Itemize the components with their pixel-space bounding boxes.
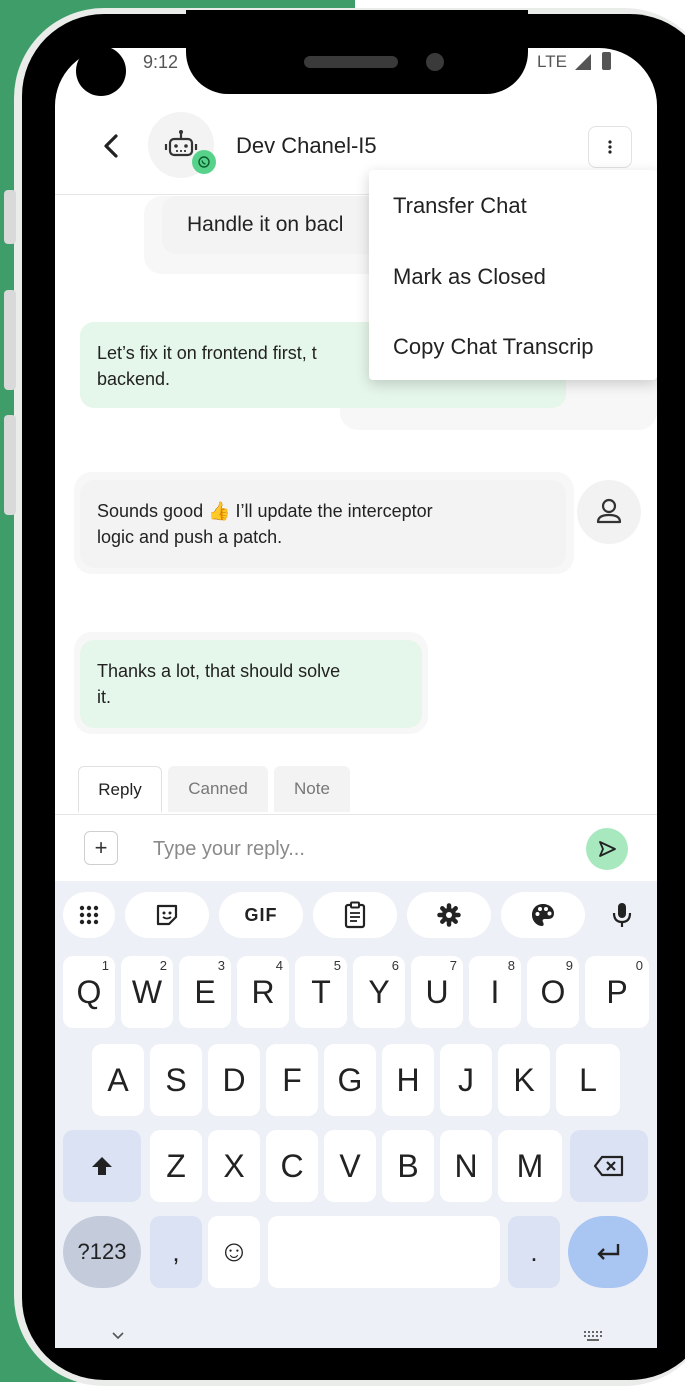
- keyboard-apps-button[interactable]: [63, 892, 115, 938]
- key-p[interactable]: P0: [585, 956, 649, 1028]
- key-i[interactable]: I8: [469, 956, 521, 1028]
- key-b[interactable]: B: [382, 1130, 434, 1202]
- chat-title: Dev Chanel-I5: [236, 133, 377, 158]
- numbers-key[interactable]: ?123: [63, 1216, 141, 1288]
- status-network: LTE: [537, 52, 567, 71]
- key-h[interactable]: H: [382, 1044, 434, 1116]
- key-y[interactable]: Y6: [353, 956, 405, 1028]
- reply-input[interactable]: [153, 836, 553, 862]
- tab-canned[interactable]: Canned: [168, 766, 268, 812]
- message-text: Sounds good 👍 I’ll update the intercepto…: [97, 501, 433, 521]
- message-incoming: Handle it on bacl: [162, 196, 384, 254]
- back-arrow-icon[interactable]: [98, 132, 126, 160]
- menu-item-transfer-chat[interactable]: Transfer Chat: [393, 193, 527, 219]
- message-text: logic and push a patch.: [97, 527, 283, 547]
- front-camera-dot: [426, 53, 444, 71]
- key-s[interactable]: S: [150, 1044, 202, 1116]
- settings-gear-icon: [437, 903, 461, 927]
- keyboard-gif-button[interactable]: GIF: [219, 892, 303, 938]
- phone-side-button: [4, 190, 16, 244]
- key-r[interactable]: R4: [237, 956, 289, 1028]
- phone-volume-up-button: [4, 290, 16, 390]
- earpiece-speaker: [304, 56, 398, 68]
- keyboard-theme-button[interactable]: [501, 892, 585, 938]
- send-icon: [599, 841, 616, 857]
- key-o[interactable]: O9: [527, 956, 579, 1028]
- tab-reply[interactable]: Reply: [78, 766, 162, 812]
- enter-arrow-icon: [597, 1244, 620, 1260]
- comma-key[interactable]: ,: [150, 1216, 202, 1288]
- message-incoming: Sounds good 👍 I’ll update the intercepto…: [80, 480, 566, 568]
- key-e[interactable]: E3: [179, 956, 231, 1028]
- backspace-key[interactable]: [570, 1130, 648, 1202]
- add-attachment-button[interactable]: +: [84, 831, 118, 865]
- whatsapp-icon: [192, 150, 216, 174]
- enter-key[interactable]: [568, 1216, 648, 1288]
- microphone-icon: [612, 903, 632, 927]
- status-time: 9:12: [143, 52, 179, 72]
- key-j[interactable]: J: [440, 1044, 492, 1116]
- key-q[interactable]: Q1: [63, 956, 115, 1028]
- key-x[interactable]: X: [208, 1130, 260, 1202]
- key-n[interactable]: N: [440, 1130, 492, 1202]
- keyboard-switch-icon[interactable]: [583, 1330, 605, 1342]
- sticker-icon: [156, 904, 178, 926]
- keyboard-settings-button[interactable]: [407, 892, 491, 938]
- camera-hole: [76, 46, 126, 96]
- key-m[interactable]: M: [498, 1130, 562, 1202]
- key-t[interactable]: T5: [295, 956, 347, 1028]
- key-z[interactable]: Z: [150, 1130, 202, 1202]
- message-text: Handle it on bacl: [187, 213, 344, 236]
- more-options-button[interactable]: [588, 126, 632, 168]
- message-text: it.: [97, 687, 112, 707]
- kebab-menu-icon: [608, 140, 612, 154]
- apps-grid-icon: [79, 905, 99, 925]
- key-k[interactable]: K: [498, 1044, 550, 1116]
- message-text: Thanks a lot, that should solve: [97, 661, 341, 681]
- space-key[interactable]: [268, 1216, 500, 1288]
- options-dropdown-menu: Transfer Chat Mark as Closed Copy Chat T…: [369, 170, 657, 380]
- key-u[interactable]: U7: [411, 956, 463, 1028]
- shift-key[interactable]: [63, 1130, 141, 1202]
- keyboard-voice-button[interactable]: [597, 892, 647, 938]
- key-l[interactable]: L: [556, 1044, 620, 1116]
- key-g[interactable]: G: [324, 1044, 376, 1116]
- key-v[interactable]: V: [324, 1130, 376, 1202]
- menu-item-copy-chat-transcript[interactable]: Copy Chat Transcrip: [393, 334, 594, 360]
- send-button[interactable]: [586, 828, 628, 870]
- key-c[interactable]: C: [266, 1130, 318, 1202]
- keyboard-sticker-button[interactable]: [125, 892, 209, 938]
- key-d[interactable]: D: [208, 1044, 260, 1116]
- key-w[interactable]: W2: [121, 956, 173, 1028]
- palette-icon: [532, 904, 554, 926]
- user-icon: [596, 498, 622, 524]
- chevron-down-icon[interactable]: [110, 1330, 126, 1342]
- phone-volume-down-button: [4, 415, 16, 515]
- message-outgoing: Thanks a lot, that should solve it.: [80, 640, 422, 728]
- menu-item-mark-as-closed[interactable]: Mark as Closed: [393, 264, 546, 290]
- period-key[interactable]: .: [508, 1216, 560, 1288]
- phone-notch: [186, 10, 528, 94]
- emoji-key[interactable]: ☺: [208, 1216, 260, 1288]
- battery-icon: [602, 52, 611, 70]
- shift-arrow-icon: [92, 1157, 112, 1175]
- backspace-icon: [593, 1155, 624, 1177]
- user-avatar: [577, 480, 641, 544]
- key-f[interactable]: F: [266, 1044, 318, 1116]
- signal-icon: [575, 54, 591, 70]
- tab-note[interactable]: Note: [274, 766, 350, 812]
- clipboard-icon: [344, 901, 366, 929]
- keyboard-clipboard-button[interactable]: [313, 892, 397, 938]
- key-a[interactable]: A: [92, 1044, 144, 1116]
